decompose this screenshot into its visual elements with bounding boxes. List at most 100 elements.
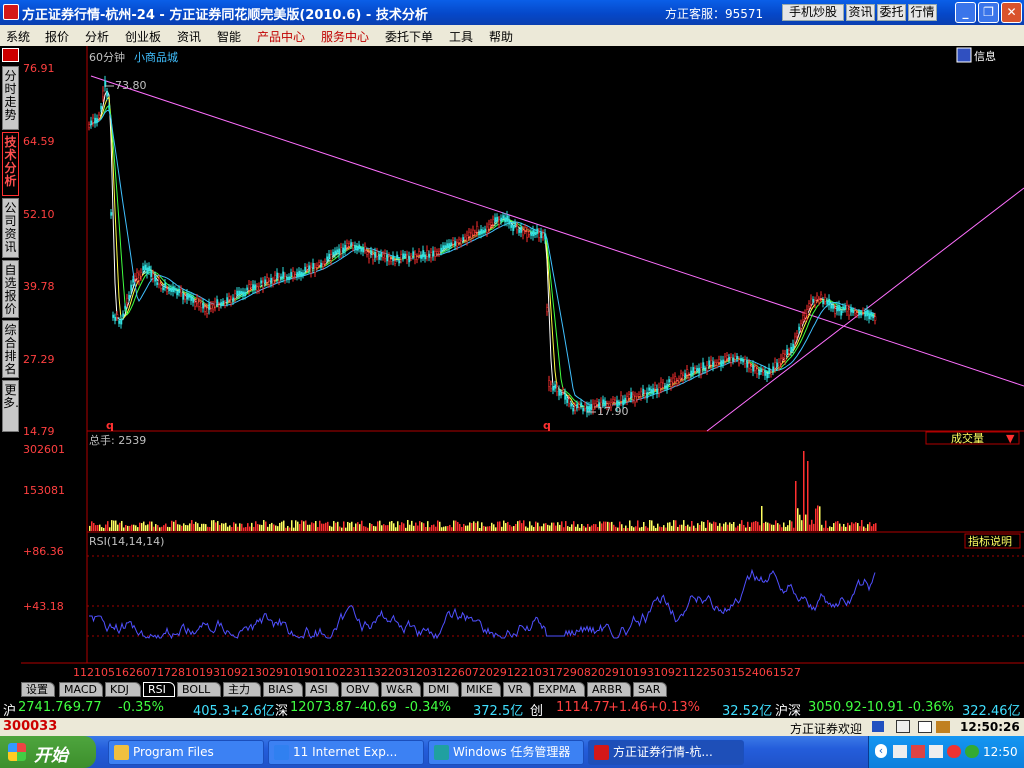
- candle-body: [736, 355, 739, 360]
- candle-body: [356, 246, 359, 251]
- candle-body: [728, 356, 731, 361]
- task-task-manager[interactable]: Windows 任务管理器: [428, 740, 584, 765]
- tab-mike[interactable]: MIKE: [461, 682, 501, 697]
- candle-body: [544, 233, 547, 240]
- tab-sar[interactable]: SAR: [633, 682, 667, 697]
- mobile-trading-button[interactable]: 手机炒股: [782, 4, 844, 21]
- note-icon[interactable]: [918, 721, 932, 733]
- task-program-files[interactable]: Program Files: [108, 740, 264, 765]
- volume-icon[interactable]: [929, 745, 943, 758]
- volume-bar: [199, 527, 201, 531]
- restore-button[interactable]: ❐: [978, 2, 999, 23]
- menu-analysis[interactable]: 分析: [85, 28, 109, 45]
- candle-body: [322, 263, 325, 267]
- candle-body: [118, 320, 121, 324]
- task-stock-app[interactable]: 方正证券行情-杭...: [588, 740, 744, 765]
- candle-body: [300, 271, 303, 277]
- candle-body: [378, 254, 381, 260]
- volume-bar: [605, 521, 607, 531]
- candle-body: [568, 398, 571, 404]
- calculator-icon[interactable]: [872, 721, 884, 732]
- menu-help[interactable]: 帮助: [489, 28, 513, 45]
- tab-timeshare[interactable]: 分时走势: [2, 66, 19, 130]
- tab-expma[interactable]: EXPMA: [533, 682, 585, 697]
- tab-asi[interactable]: ASI: [305, 682, 339, 697]
- candle-body: [518, 229, 521, 233]
- volume-bar: [295, 520, 297, 531]
- tab-watchlist[interactable]: 自选报价: [2, 260, 19, 318]
- tab-ranking[interactable]: 综合排名: [2, 320, 19, 378]
- trade-button[interactable]: 委托: [877, 4, 906, 21]
- volume-bar: [457, 521, 459, 531]
- chart-area[interactable]: 76.91 64.59 52.10 39.78 27.29 14.79 60分钟…: [21, 46, 1024, 686]
- menu-tools[interactable]: 工具: [449, 28, 473, 45]
- tab-more[interactable]: 更多…: [2, 380, 27, 432]
- candle-body: [750, 366, 753, 370]
- news-button[interactable]: 资讯: [846, 4, 875, 21]
- volume-bar: [101, 527, 103, 531]
- candle-body: [818, 299, 821, 303]
- tab-boll[interactable]: BOLL: [177, 682, 221, 697]
- volume-bar: [711, 523, 713, 531]
- tab-technical[interactable]: 技术分析: [2, 132, 19, 196]
- volume-dropdown-label: 成交量: [951, 431, 984, 445]
- network-icon[interactable]: [893, 745, 907, 758]
- chevron-down-icon[interactable]: ▼: [1006, 432, 1015, 445]
- tab-vr[interactable]: VR: [503, 682, 531, 697]
- chart-canvas[interactable]: 76.91 64.59 52.10 39.78 27.29 14.79 60分钟…: [21, 46, 1024, 686]
- candle-body: [412, 251, 415, 256]
- volume-bar: [577, 524, 579, 531]
- tab-wr[interactable]: W&R: [381, 682, 421, 697]
- candle-body: [720, 360, 723, 367]
- quotes-button[interactable]: 行情: [908, 4, 937, 21]
- info-button[interactable]: 信息: [974, 49, 996, 63]
- menu-products[interactable]: 产品中心: [257, 28, 305, 45]
- volume-bar: [163, 525, 165, 531]
- tab-macd[interactable]: MACD: [59, 682, 103, 697]
- chevron-left-icon[interactable]: ‹: [875, 744, 887, 758]
- update-icon[interactable]: [965, 745, 979, 758]
- candle-body: [256, 286, 259, 291]
- candle-body: [732, 357, 735, 362]
- tab-rsi[interactable]: RSI: [143, 682, 175, 697]
- menu-news[interactable]: 资讯: [177, 28, 201, 45]
- menu-order[interactable]: 委托下单: [385, 28, 433, 45]
- menu-gem[interactable]: 创业板: [125, 28, 161, 45]
- folder-icon[interactable]: [936, 721, 950, 733]
- tab-obv[interactable]: OBV: [341, 682, 379, 697]
- tab-bias[interactable]: BIAS: [263, 682, 303, 697]
- volume-bar: [509, 524, 511, 531]
- tab-dmi[interactable]: DMI: [423, 682, 459, 697]
- tab-main-force[interactable]: 主力: [223, 682, 261, 697]
- sidebar-toggle-icon[interactable]: [2, 48, 19, 62]
- start-button[interactable]: 开始: [0, 736, 96, 768]
- menu-quotes[interactable]: 报价: [45, 28, 69, 45]
- app-tray-icon[interactable]: [947, 745, 961, 758]
- menu-services[interactable]: 服务中心: [321, 28, 369, 45]
- candle-body: [696, 368, 699, 371]
- candle-body: [276, 272, 279, 279]
- task-internet-explorer[interactable]: 11 Internet Exp...: [268, 740, 424, 765]
- volume-bar: [553, 522, 555, 531]
- candle-body: [542, 232, 545, 238]
- minimize-button[interactable]: _: [955, 2, 976, 23]
- alert-icon[interactable]: [896, 720, 910, 733]
- period-label[interactable]: 60分钟: [89, 50, 125, 64]
- security-icon[interactable]: [911, 745, 925, 758]
- menu-system[interactable]: 系统: [6, 28, 30, 45]
- candle-body: [780, 358, 783, 364]
- candle-body: [216, 299, 219, 304]
- menu-smart[interactable]: 智能: [217, 28, 241, 45]
- volume-bar: [619, 521, 621, 531]
- tab-arbr[interactable]: ARBR: [587, 682, 631, 697]
- info-icon[interactable]: [956, 47, 972, 63]
- close-button[interactable]: ✕: [1001, 2, 1022, 23]
- volume-bar: [113, 520, 115, 531]
- tab-kdj[interactable]: KDJ: [105, 682, 141, 697]
- volume-bar: [669, 522, 671, 531]
- volume-bar: [747, 521, 749, 531]
- tab-settings[interactable]: 设置: [21, 682, 55, 697]
- volume-bar: [827, 527, 829, 531]
- volume-bar: [549, 525, 551, 531]
- tab-company[interactable]: 公司资讯: [2, 198, 19, 258]
